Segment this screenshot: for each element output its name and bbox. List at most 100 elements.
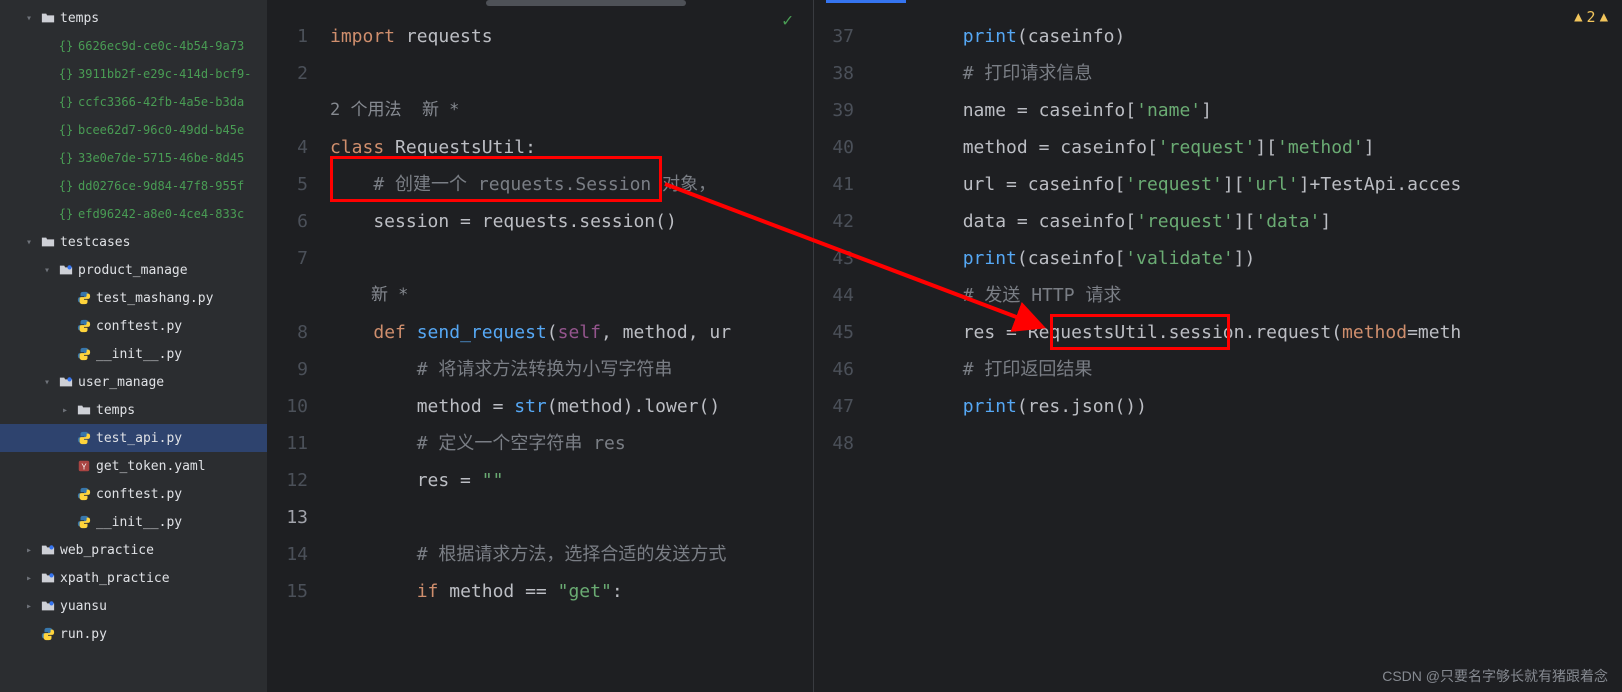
code-left[interactable]: import requests 2 个用法 新 *class RequestsUt…	[330, 18, 813, 610]
scratch-icon: {}	[58, 178, 74, 194]
tree-item-user_manage[interactable]: ▾ user_manage	[0, 368, 267, 396]
chevron-icon[interactable]	[40, 67, 54, 81]
code-line[interactable]: print(caseinfo['validate'])	[876, 240, 1622, 277]
py-icon	[76, 346, 92, 362]
py-icon	[76, 514, 92, 530]
chevron-icon[interactable]	[58, 459, 72, 473]
tree-label: user_manage	[78, 375, 164, 390]
code-line[interactable]: class RequestsUtil:	[330, 129, 813, 166]
tree-item-temps[interactable]: ▾ temps	[0, 4, 267, 32]
chevron-icon[interactable]	[58, 347, 72, 361]
chevron-icon[interactable]	[58, 431, 72, 445]
code-line[interactable]: # 打印返回结果	[876, 351, 1622, 388]
code-line[interactable]: res = ""	[330, 462, 813, 499]
code-line[interactable]: data = caseinfo['request']['data']	[876, 203, 1622, 240]
code-line[interactable]: # 定义一个空字符串 res	[330, 425, 813, 462]
tree-label: test_mashang.py	[96, 291, 213, 306]
chevron-icon[interactable]	[58, 515, 72, 529]
chevron-icon[interactable]: ▾	[22, 235, 36, 249]
chevron-icon[interactable]	[40, 95, 54, 109]
code-right[interactable]: print(caseinfo) # 打印请求信息 name = caseinfo…	[876, 18, 1622, 462]
chevron-icon[interactable]	[40, 39, 54, 53]
code-line[interactable]: def send_request(self, method, ur	[330, 314, 813, 351]
tree-label: product_manage	[78, 263, 188, 278]
code-line[interactable]: # 将请求方法转换为小写字符串	[330, 351, 813, 388]
code-line[interactable]	[330, 499, 813, 536]
tree-item-xpath_practice[interactable]: ▸ xpath_practice	[0, 564, 267, 592]
tree-label: 6626ec9d-ce0c-4b54-9a73	[78, 39, 244, 53]
code-line[interactable]: # 打印请求信息	[876, 55, 1622, 92]
tree-label: conftest.py	[96, 319, 182, 334]
tree-label: xpath_practice	[60, 571, 170, 586]
tree-label: 3911bb2f-e29c-414d-bcf9-	[78, 67, 251, 81]
code-line[interactable]: url = caseinfo['request']['url']+TestApi…	[876, 166, 1622, 203]
chevron-icon[interactable]: ▸	[58, 403, 72, 417]
code-line[interactable]: print(caseinfo)	[876, 18, 1622, 55]
tree-label: temps	[60, 11, 99, 26]
tree-item-__init__-py[interactable]: __init__.py	[0, 508, 267, 536]
chevron-icon[interactable]: ▸	[22, 543, 36, 557]
chevron-icon[interactable]	[40, 151, 54, 165]
tree-item-3911bb2f-e29c-414d-bcf9-[interactable]: {}3911bb2f-e29c-414d-bcf9-	[0, 60, 267, 88]
chevron-icon[interactable]: ▸	[22, 599, 36, 613]
chevron-icon[interactable]: ▾	[22, 11, 36, 25]
horizontal-scrollbar[interactable]	[486, 0, 686, 6]
code-line[interactable]	[876, 425, 1622, 462]
code-line[interactable]: res = RequestsUtil.session.request(metho…	[876, 314, 1622, 351]
tree-item-bcee62d7-96c0-49dd-b45e[interactable]: {}bcee62d7-96c0-49dd-b45e	[0, 116, 267, 144]
code-line[interactable]: if method == "get":	[330, 573, 813, 610]
tree-label: efd96242-a8e0-4ce4-833c	[78, 207, 244, 221]
tree-item-web_practice[interactable]: ▸web_practice	[0, 536, 267, 564]
tree-item-33e0e7de-5715-46be-8d45[interactable]: {}33e0e7de-5715-46be-8d45	[0, 144, 267, 172]
tree-item-__init__-py[interactable]: __init__.py	[0, 340, 267, 368]
code-line[interactable]	[330, 55, 813, 92]
tree-item-testcases[interactable]: ▾testcases	[0, 228, 267, 256]
chevron-icon[interactable]	[58, 487, 72, 501]
project-tree[interactable]: ▾temps{}6626ec9d-ce0c-4b54-9a73{}3911bb2…	[0, 0, 268, 692]
code-line[interactable]: import requests	[330, 18, 813, 55]
code-line[interactable]: 新 *	[330, 277, 813, 314]
code-line[interactable]: method = str(method).lower()	[330, 388, 813, 425]
tree-item-product_manage[interactable]: ▾ product_manage	[0, 256, 267, 284]
tree-item-6626ec9d-ce0c-4b54-9a73[interactable]: {}6626ec9d-ce0c-4b54-9a73	[0, 32, 267, 60]
code-line[interactable]	[330, 240, 813, 277]
tree-item-ccfc3366-42fb-4a5e-b3da[interactable]: {}ccfc3366-42fb-4a5e-b3da	[0, 88, 267, 116]
code-line[interactable]: # 创建一个 requests.Session 对象，	[330, 166, 813, 203]
py-icon	[76, 290, 92, 306]
chevron-icon[interactable]	[40, 207, 54, 221]
tree-item-conftest-py[interactable]: conftest.py	[0, 312, 267, 340]
chevron-icon[interactable]	[40, 123, 54, 137]
svg-text:Y: Y	[81, 463, 87, 472]
code-line[interactable]: 2 个用法 新 *	[330, 92, 813, 129]
code-line[interactable]: # 发送 HTTP 请求	[876, 277, 1622, 314]
tree-label: ccfc3366-42fb-4a5e-b3da	[78, 95, 244, 109]
tree-label: __init__.py	[96, 347, 182, 362]
tree-item-conftest-py[interactable]: conftest.py	[0, 480, 267, 508]
tree-item-get_token-yaml[interactable]: Yget_token.yaml	[0, 452, 267, 480]
code-line[interactable]: session = requests.session()	[330, 203, 813, 240]
folder-icon	[40, 234, 56, 250]
tree-item-test_api-py[interactable]: test_api.py	[0, 424, 267, 452]
chevron-icon[interactable]: ▾	[40, 263, 54, 277]
chevron-icon[interactable]	[58, 319, 72, 333]
tree-item-dd0276ce-9d84-47f8-955f[interactable]: {}dd0276ce-9d84-47f8-955f	[0, 172, 267, 200]
chevron-icon[interactable]	[58, 291, 72, 305]
editor-right[interactable]: ▲ 2 ▲ 373839404142434445464748 print(cas…	[814, 0, 1622, 692]
tree-item-test_mashang-py[interactable]: test_mashang.py	[0, 284, 267, 312]
chevron-icon[interactable]	[22, 627, 36, 641]
chevron-icon[interactable]	[40, 179, 54, 193]
code-line[interactable]: name = caseinfo['name']	[876, 92, 1622, 129]
tree-item-efd96242-a8e0-4ce4-833c[interactable]: {}efd96242-a8e0-4ce4-833c	[0, 200, 267, 228]
active-tab-indicator	[826, 0, 906, 3]
tree-item-yuansu[interactable]: ▸yuansu	[0, 592, 267, 620]
editor-left[interactable]: ✓ 12456789101112131415 import requests2 …	[268, 0, 814, 692]
chevron-icon[interactable]: ▾	[40, 375, 54, 389]
code-line[interactable]: print(res.json())	[876, 388, 1622, 425]
tree-label: get_token.yaml	[96, 459, 206, 474]
tree-item-temps[interactable]: ▸temps	[0, 396, 267, 424]
code-line[interactable]: method = caseinfo['request']['method']	[876, 129, 1622, 166]
code-line[interactable]: # 根据请求方法，选择合适的发送方式	[330, 536, 813, 573]
chevron-icon[interactable]: ▸	[22, 571, 36, 585]
tree-item-run-py[interactable]: run.py	[0, 620, 267, 648]
folder-icon	[40, 10, 56, 26]
